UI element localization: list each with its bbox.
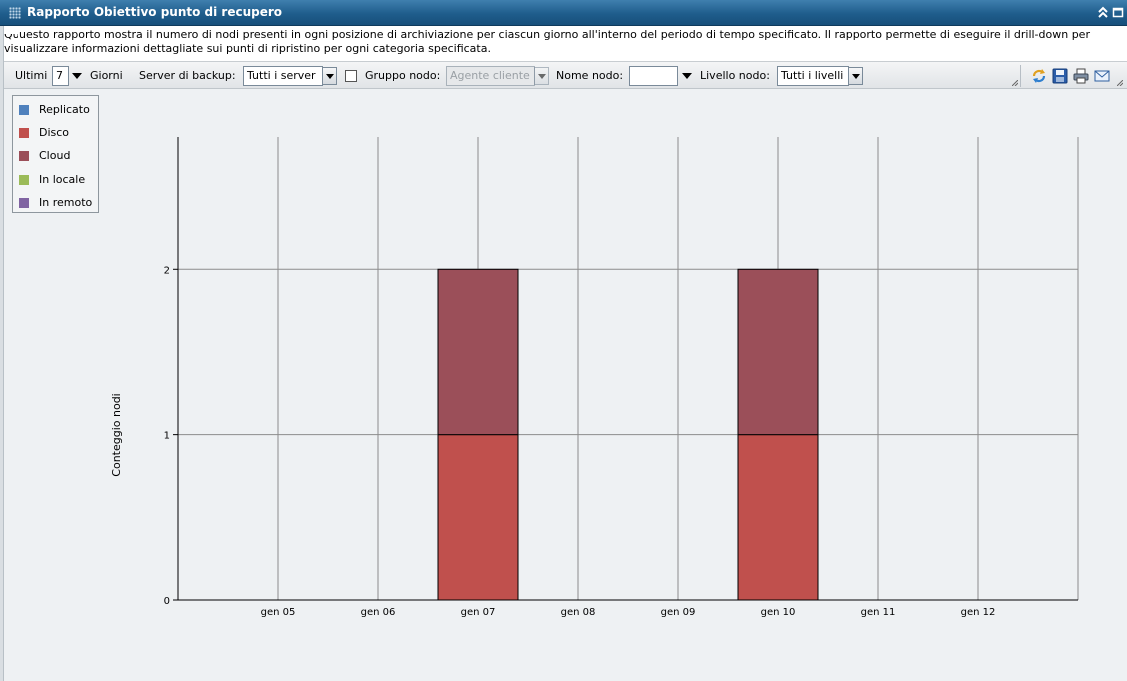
- node-level-dropdown-icon[interactable]: [848, 67, 863, 85]
- backup-server-select[interactable]: Tutti i server: [243, 66, 323, 86]
- refresh-icon[interactable]: [1030, 67, 1048, 85]
- window-title: Rapporto Obiettivo punto di recupero: [27, 5, 283, 19]
- node-group-select[interactable]: Agente cliente: [446, 66, 535, 86]
- resize-corner-icon-2: [1117, 80, 1123, 86]
- bar-segment-cloud[interactable]: [737, 268, 819, 436]
- y-tick-label: 0: [164, 596, 170, 607]
- bar-segment-disco[interactable]: [437, 434, 519, 601]
- days-input[interactable]: 7: [52, 66, 69, 86]
- description-text: uesto rapporto mostra il numero di nodi …: [19, 28, 1090, 55]
- y-tick-label: 2: [164, 265, 170, 276]
- save-icon[interactable]: [1051, 67, 1069, 85]
- chart-grid: [177, 137, 1079, 600]
- clipped-prefix-line2: vis: [4, 42, 18, 55]
- node-name-input[interactable]: [629, 66, 678, 86]
- x-tick-label: gen 08: [561, 607, 596, 618]
- y-tick-label: 1: [164, 431, 170, 442]
- filter-toolbar: Ultimi 7 Giorni Server di backup: Tutti …: [4, 61, 1127, 89]
- email-icon[interactable]: [1093, 67, 1111, 85]
- x-tick-label: gen 11: [861, 607, 896, 618]
- node-group-dropdown-icon[interactable]: [534, 67, 549, 85]
- x-tick-label: gen 09: [661, 607, 696, 618]
- node-name-label: Nome nodo:: [556, 69, 624, 82]
- collapse-icon[interactable]: [1097, 6, 1109, 19]
- window-titlebar: Rapporto Obiettivo punto di recupero: [0, 0, 1127, 26]
- toolbar-separator: [1020, 65, 1021, 87]
- chart-axes: 0 1 2 gen 05 gen 06 gen 07 gen 08 gen 09 gen 10 g…: [164, 137, 1078, 618]
- last-label: Ultimi: [15, 69, 48, 82]
- x-tick-label: gen 07: [461, 607, 496, 618]
- maximize-icon[interactable]: [1112, 6, 1124, 19]
- x-tick-label: gen 12: [961, 607, 996, 618]
- x-tick-label: gen 06: [361, 607, 396, 618]
- node-name-dropdown-icon[interactable]: [682, 73, 692, 79]
- resize-corner-icon: [1012, 80, 1018, 86]
- days-label: Giorni: [90, 69, 123, 82]
- x-tick-label: gen 05: [261, 607, 296, 618]
- description-clipped-prefix: Qu vis: [4, 34, 18, 62]
- node-level-select[interactable]: Tutti i livelli: [777, 66, 849, 86]
- bar-segment-disco[interactable]: [737, 434, 819, 601]
- clipped-prefix-line1: Qu: [4, 34, 18, 41]
- stacked-bar-chart: 0 1 2 gen 05 gen 06 gen 07 gen 08 gen 09 gen 10 g…: [110, 137, 1079, 618]
- backup-server-dropdown-icon[interactable]: [322, 67, 337, 85]
- days-dropdown-icon[interactable]: [72, 73, 82, 79]
- backup-server-label: Server di backup:: [139, 69, 236, 82]
- drag-grip-icon[interactable]: [9, 7, 21, 19]
- node-group-checkbox[interactable]: [345, 70, 357, 82]
- node-level-label: Livello nodo:: [700, 69, 770, 82]
- node-group-label: Gruppo nodo:: [365, 69, 441, 82]
- print-icon[interactable]: [1072, 67, 1090, 85]
- x-tick-label: gen 10: [761, 607, 796, 618]
- bar-segment-cloud[interactable]: [437, 268, 519, 436]
- y-axis-title: Conteggio nodi: [110, 393, 123, 476]
- report-description: Qu vis uesto rapporto mostra il numero d…: [0, 26, 1127, 61]
